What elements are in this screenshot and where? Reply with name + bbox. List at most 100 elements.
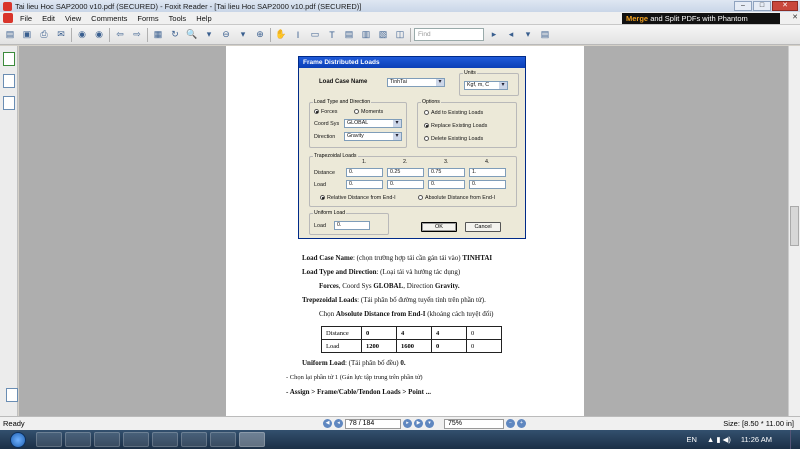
text-load-type: Load Type and Direction: (Loại tải và hư… (302, 268, 460, 276)
note-icon[interactable]: ▤ (342, 28, 356, 42)
doc-close-icon[interactable]: ✕ (792, 13, 798, 21)
distance-4-field: 1. (469, 168, 506, 177)
text-absolute-desc: (khoảng cách tuyệt đối) (425, 310, 494, 318)
distance-load-table: Distance 0 4 4 0 Load 1200 1600 0 0 (321, 326, 502, 353)
absolute-distance-radio: Absolute Distance from End-I (418, 195, 495, 201)
page-layout-icon[interactable]: ▦ (151, 28, 165, 42)
coord-sys-label: Coord Sys (314, 121, 340, 127)
first-page-button[interactable]: ◀ (323, 419, 332, 428)
page-number-input[interactable]: 78 / 184 (345, 418, 401, 429)
menu-view[interactable]: View (60, 14, 86, 23)
zoom-in-button[interactable]: + (517, 419, 526, 428)
pdf-page: Frame Distributed Loads Load Case Name T… (226, 46, 584, 416)
moments-radio-dot (354, 109, 359, 115)
start-button[interactable] (10, 431, 26, 448)
page-size-label: Size: [8.50 * 11.00 in] (723, 419, 794, 428)
first-page-icon[interactable]: ◉ (75, 28, 89, 42)
menu-comments[interactable]: Comments (86, 14, 132, 23)
menu-file[interactable]: File (15, 14, 37, 23)
close-button[interactable]: ✕ (772, 1, 798, 11)
forward-icon[interactable]: ⇨ (130, 28, 144, 42)
taskbar-media[interactable] (65, 432, 91, 447)
distance-2-field: 0.25 (387, 168, 424, 177)
tray-icons[interactable]: ▲ ▮ ◀) (707, 435, 731, 444)
taskbar-app[interactable] (123, 432, 149, 447)
attachments-panel-icon[interactable] (6, 388, 18, 402)
prev-page-button[interactable]: ◂ (334, 419, 343, 428)
link-icon[interactable]: ◫ (393, 28, 407, 42)
taskbar-foxit[interactable] (239, 432, 265, 447)
taskbar-explorer[interactable] (36, 432, 62, 447)
text-load-type-desc: : (Loại tải và hướng tác dụng) (376, 268, 461, 276)
find-prev-icon[interactable]: ◂ (504, 28, 518, 42)
vertical-scrollbar[interactable] (788, 46, 800, 416)
relative-distance-label: Relative Distance from End-I (327, 195, 396, 201)
clock[interactable]: 11:26 AM (741, 435, 772, 444)
zoom-in-icon[interactable]: ⊕ (253, 28, 267, 42)
print-icon[interactable]: ⎙ (37, 28, 51, 42)
zoom-out-button[interactable]: − (506, 419, 515, 428)
load-2-field: 0. (387, 180, 424, 189)
zoom-icon[interactable]: 🔍 (185, 28, 199, 42)
select-text-icon[interactable]: I (291, 28, 305, 42)
options-group: Options Add to Existing Loads Replace Ex… (417, 99, 517, 148)
table-row: Load 1200 1600 0 0 (321, 339, 502, 353)
taskbar-app4[interactable] (210, 432, 236, 447)
menu-help[interactable]: Help (191, 14, 216, 23)
text-uniform-value: 0. (400, 359, 406, 367)
snapshot-icon[interactable]: ▭ (308, 28, 322, 42)
text-direction: , Direction (403, 282, 435, 290)
layers-panel-icon[interactable] (3, 96, 15, 110)
bookmark-icon[interactable]: ▧ (376, 28, 390, 42)
find-input[interactable]: Find (414, 28, 484, 41)
find-next-icon[interactable]: ▸ (487, 28, 501, 42)
next-page-button[interactable]: ▸ (403, 419, 412, 428)
hand-tool-icon[interactable]: ✋ (274, 28, 288, 42)
menu-tools[interactable]: Tools (164, 14, 192, 23)
typewriter-icon[interactable]: T (325, 28, 339, 42)
document-icon[interactable] (3, 13, 13, 23)
table-cell: 4 (396, 326, 432, 340)
rotate-icon[interactable]: ↻ (168, 28, 182, 42)
save-icon[interactable]: ▣ (20, 28, 34, 42)
text-trapezoidal-desc: : (Tải phân bố đường tuyến tính trên phầ… (357, 296, 486, 304)
moments-radio: Moments (354, 109, 383, 115)
zoom-dropdown2-icon[interactable]: ▾ (236, 28, 250, 42)
find-options-icon[interactable]: ▾ (521, 28, 535, 42)
last-page-icon[interactable]: ◉ (92, 28, 106, 42)
back-icon[interactable]: ⇦ (113, 28, 127, 42)
document-properties-icon[interactable]: ▤ (538, 28, 552, 42)
toolbar: ▤ ▣ ⎙ ✉ ◉ ◉ ⇦ ⇨ ▦ ↻ 🔍 ▾ ⊖ ▾ ⊕ ✋ I ▭ T ▤ … (0, 25, 800, 45)
zoom-out-icon[interactable]: ⊖ (219, 28, 233, 42)
phantom-banner[interactable]: Merge and Split PDFs with Phantom (622, 13, 780, 24)
highlight-icon[interactable]: ▥ (359, 28, 373, 42)
language-indicator[interactable]: EN (686, 435, 696, 444)
show-desktop-button[interactable] (790, 430, 800, 449)
delete-radio-dot (424, 136, 429, 142)
moments-label: Moments (361, 109, 384, 115)
add-existing-label: Add to Existing Loads (431, 110, 484, 116)
open-icon[interactable]: ▤ (3, 28, 17, 42)
menu-edit[interactable]: Edit (37, 14, 60, 23)
cancel-button: Cancel (465, 222, 501, 232)
text-load-case-bold: Load Case Name (302, 254, 353, 262)
taskbar-browser[interactable] (94, 432, 120, 447)
table-cell: 1200 (361, 339, 397, 353)
menu-forms[interactable]: Forms (132, 14, 163, 23)
zoom-select[interactable]: 75% (444, 418, 504, 429)
bookmarks-panel-icon[interactable] (3, 52, 15, 66)
zoom-dropdown-icon[interactable]: ▾ (202, 28, 216, 42)
minimize-button[interactable]: – (734, 1, 752, 11)
page-options-button[interactable]: ▾ (425, 419, 434, 428)
pages-panel-icon[interactable] (3, 74, 15, 88)
table-row: Distance 0 4 4 0 (321, 326, 502, 340)
email-icon[interactable]: ✉ (54, 28, 68, 42)
uniform-load-field: 0. (334, 221, 370, 230)
scroll-thumb[interactable] (790, 206, 799, 246)
taskbar-app3[interactable] (181, 432, 207, 447)
taskbar-app2[interactable] (152, 432, 178, 447)
last-page-button[interactable]: ▶ (414, 419, 423, 428)
title-bar: Tai lieu Hoc SAP2000 v10.pdf (SECURED) -… (0, 0, 800, 12)
relative-distance-radio: Relative Distance from End-I (320, 195, 396, 201)
maximize-button[interactable]: □ (753, 1, 771, 11)
